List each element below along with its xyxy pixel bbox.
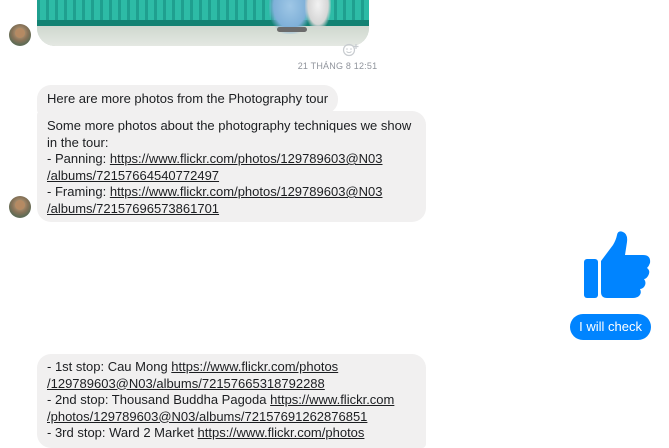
- message-thread: 21 THÁNG 8 12:51 Here are more photos fr…: [0, 0, 669, 448]
- message-line: /albums/72157696573861701: [47, 201, 416, 218]
- stop-2-link[interactable]: https://www.flickr.com: [270, 392, 394, 407]
- add-reaction-icon[interactable]: [340, 41, 362, 59]
- stop-1-link-cont[interactable]: /129789603@N03/albums/72157665318792288: [47, 376, 325, 391]
- incoming-message-bubble[interactable]: Some more photos about the photography t…: [37, 111, 426, 222]
- contact-avatar[interactable]: [9, 24, 31, 46]
- message-line: - Framing: https://www.flickr.com/photos…: [47, 184, 383, 199]
- stop-2-link-cont[interactable]: /photos/129789603@N03/albums/72157691262…: [47, 409, 367, 424]
- panning-link-cont[interactable]: /albums/72157664540772497: [47, 168, 219, 183]
- panning-link[interactable]: https://www.flickr.com/photos/129789603@…: [110, 151, 383, 166]
- contact-avatar[interactable]: [9, 196, 31, 218]
- message-line: - 2nd stop: Thousand Buddha Pagoda https…: [47, 392, 395, 407]
- message-text: Some more photos about the photography t…: [47, 118, 412, 133]
- message-timestamp: 21 THÁNG 8 12:51: [297, 61, 378, 71]
- shared-photo[interactable]: [37, 0, 369, 46]
- stop-3-link[interactable]: https://www.flickr.com/photos: [198, 425, 365, 440]
- framing-link[interactable]: https://www.flickr.com/photos/129789603@…: [110, 184, 383, 199]
- outgoing-message-bubble[interactable]: I will check: [570, 314, 651, 340]
- message-line: /albums/72157664540772497: [47, 168, 416, 185]
- message-line: - 1st stop: Cau Mong https://www.flickr.…: [47, 359, 339, 374]
- thumbs-up-icon[interactable]: [582, 231, 652, 301]
- message-text: I will check: [579, 319, 642, 334]
- message-line: - 3rd stop: Ward 2 Market https://www.fl…: [47, 425, 365, 440]
- incoming-message-bubble[interactable]: - 1st stop: Cau Mong https://www.flickr.…: [37, 354, 426, 448]
- incoming-message-bubble[interactable]: Here are more photos from the Photograph…: [37, 85, 339, 114]
- message-text: in the tour:: [47, 134, 109, 150]
- message-line: /129789603@N03/albums/72157665318792288: [47, 376, 416, 393]
- stop-1-link[interactable]: https://www.flickr.com/photos: [171, 359, 338, 374]
- message-line: - Panning: https://www.flickr.com/photos…: [47, 151, 383, 166]
- message-text: Here are more photos from the Photograph…: [47, 91, 329, 106]
- message-line: /photos/129789603@N03/albums/72157691262…: [47, 409, 416, 426]
- framing-link-cont[interactable]: /albums/72157696573861701: [47, 201, 219, 216]
